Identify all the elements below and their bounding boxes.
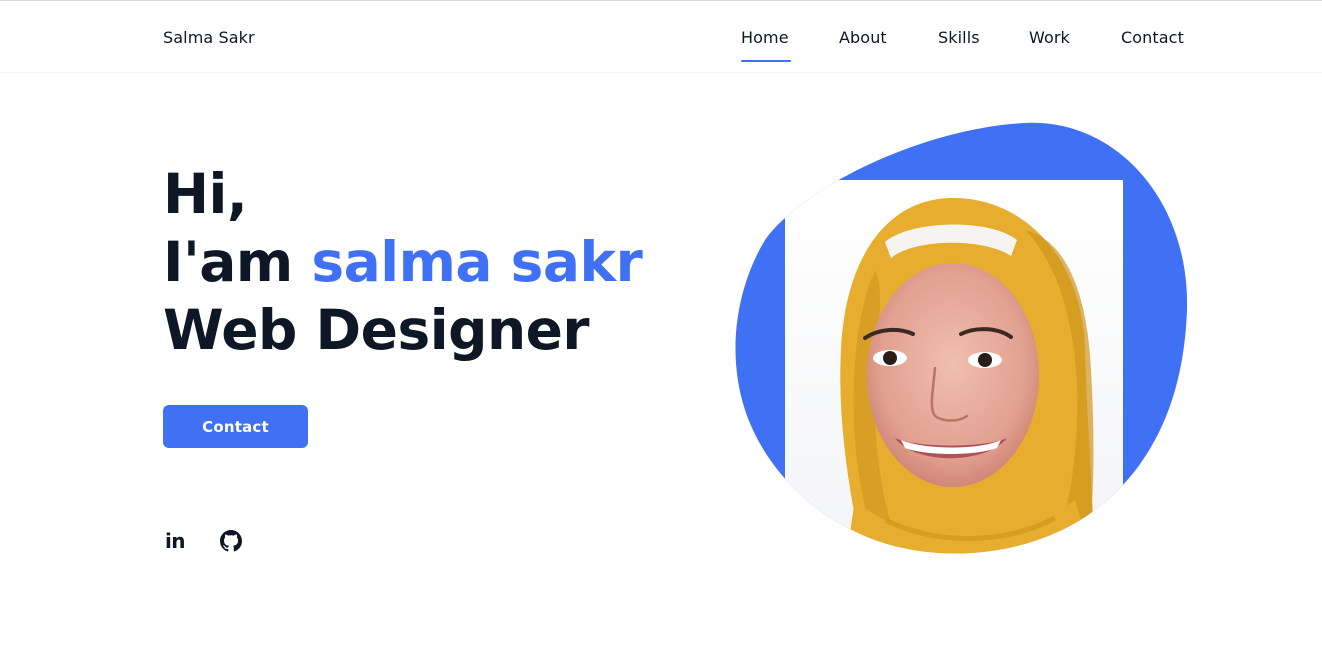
linkedin-icon-text: in xyxy=(164,529,186,553)
nav-work[interactable]: Work xyxy=(1029,28,1070,47)
header: Salma Sakr Home About Skills Work Contac… xyxy=(0,1,1322,73)
hero-name: salma sakr xyxy=(311,230,643,294)
logo[interactable]: Salma Sakr xyxy=(163,28,255,47)
github-logo-icon xyxy=(220,530,242,552)
hero-role: Web Designer xyxy=(163,298,590,362)
hero-greeting: Hi, xyxy=(163,162,248,226)
linkedin-icon[interactable]: in xyxy=(163,529,187,553)
profile-blob-illustration xyxy=(735,122,1188,554)
hero-intro-prefix: I'am xyxy=(163,230,312,294)
hero-title: Hi, I'am salma sakr Web Designer xyxy=(163,160,643,364)
github-icon[interactable] xyxy=(219,529,243,553)
nav-contact[interactable]: Contact xyxy=(1121,28,1184,47)
active-nav-indicator xyxy=(741,60,791,62)
nav-home[interactable]: Home xyxy=(741,28,789,47)
nav-skills[interactable]: Skills xyxy=(938,28,980,47)
nav-about[interactable]: About xyxy=(839,28,887,47)
hero-image xyxy=(735,120,1190,565)
contact-button[interactable]: Contact xyxy=(163,405,308,448)
